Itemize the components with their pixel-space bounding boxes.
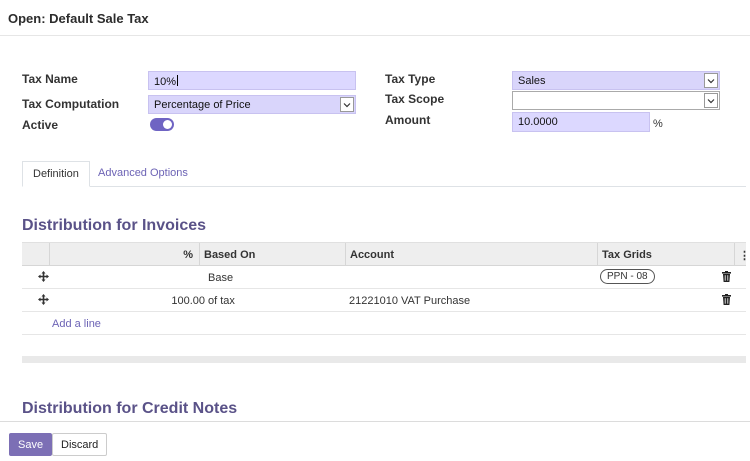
amount-unit: %	[653, 118, 663, 130]
dialog-header: Open: Default Sale Tax	[0, 0, 750, 36]
column-options-icon[interactable]: ⋮	[734, 243, 750, 266]
tax-scope-label: Tax Scope	[385, 92, 445, 106]
column-header-percent[interactable]: %	[49, 243, 199, 266]
toggle-knob	[163, 120, 172, 129]
column-header-account[interactable]: Account	[345, 243, 597, 266]
column-header-tax-grids[interactable]: Tax Grids	[597, 243, 734, 266]
grid-header: % Based On Account Tax Grids ⋮	[22, 242, 750, 266]
cell-account: 21221010 VAT Purchase	[349, 295, 471, 307]
column-header-based-on[interactable]: Based On	[199, 243, 345, 266]
tax-computation-select[interactable]: Percentage of Price	[148, 95, 356, 114]
tax-scope-select[interactable]	[512, 91, 720, 110]
grid-footer	[22, 356, 746, 363]
amount-label: Amount	[385, 113, 431, 127]
trash-icon[interactable]	[722, 294, 731, 305]
table-row[interactable]: 100.00 of tax 21221010 VAT Purchase	[22, 289, 746, 312]
page-title: Open: Default Sale Tax	[8, 11, 149, 26]
tax-name-label: Tax Name	[22, 72, 78, 86]
tax-grid-tag[interactable]: PPN - 08	[600, 269, 655, 284]
tax-computation-label: Tax Computation	[22, 97, 120, 111]
active-label: Active	[22, 118, 59, 132]
chevron-down-icon	[704, 73, 718, 88]
tax-type-value: Sales	[518, 75, 546, 87]
tax-name-input[interactable]: 10%	[148, 71, 356, 90]
drag-handle-icon[interactable]	[38, 271, 49, 282]
table-row[interactable]: Base PPN - 08	[22, 266, 746, 289]
tax-computation-value: Percentage of Price	[154, 99, 251, 111]
tax-type-select[interactable]: Sales	[512, 71, 720, 90]
text-cursor	[177, 75, 179, 86]
discard-button[interactable]: Discard	[52, 433, 108, 456]
cell-percent: 100.00	[171, 295, 205, 307]
drag-handle-icon[interactable]	[38, 294, 49, 305]
tab-advanced-options[interactable]: Advanced Options	[88, 161, 198, 187]
save-button[interactable]: Save	[9, 433, 53, 456]
chevron-down-icon	[340, 97, 354, 112]
tab-definition[interactable]: Definition	[22, 161, 90, 187]
credit-notes-section-title: Distribution for Credit Notes	[22, 400, 238, 417]
cell-based-on: of tax	[208, 295, 235, 307]
amount-input[interactable]: 10.0000	[512, 112, 650, 132]
cell-based-on: Base	[208, 272, 234, 284]
amount-value: 10.0000	[518, 116, 558, 128]
add-line-link[interactable]: Add a line	[52, 318, 101, 330]
chevron-down-icon	[704, 93, 718, 108]
trash-icon[interactable]	[722, 271, 731, 282]
tax-name-value: 10%	[154, 76, 177, 88]
dialog-footer: Save Discard	[0, 421, 750, 461]
active-toggle[interactable]	[150, 118, 174, 131]
add-line-row: Add a line	[22, 312, 746, 335]
tax-type-label: Tax Type	[385, 72, 436, 86]
invoices-section-title: Distribution for Invoices	[22, 217, 207, 234]
notebook-tabs: Definition Advanced Options	[22, 161, 746, 187]
